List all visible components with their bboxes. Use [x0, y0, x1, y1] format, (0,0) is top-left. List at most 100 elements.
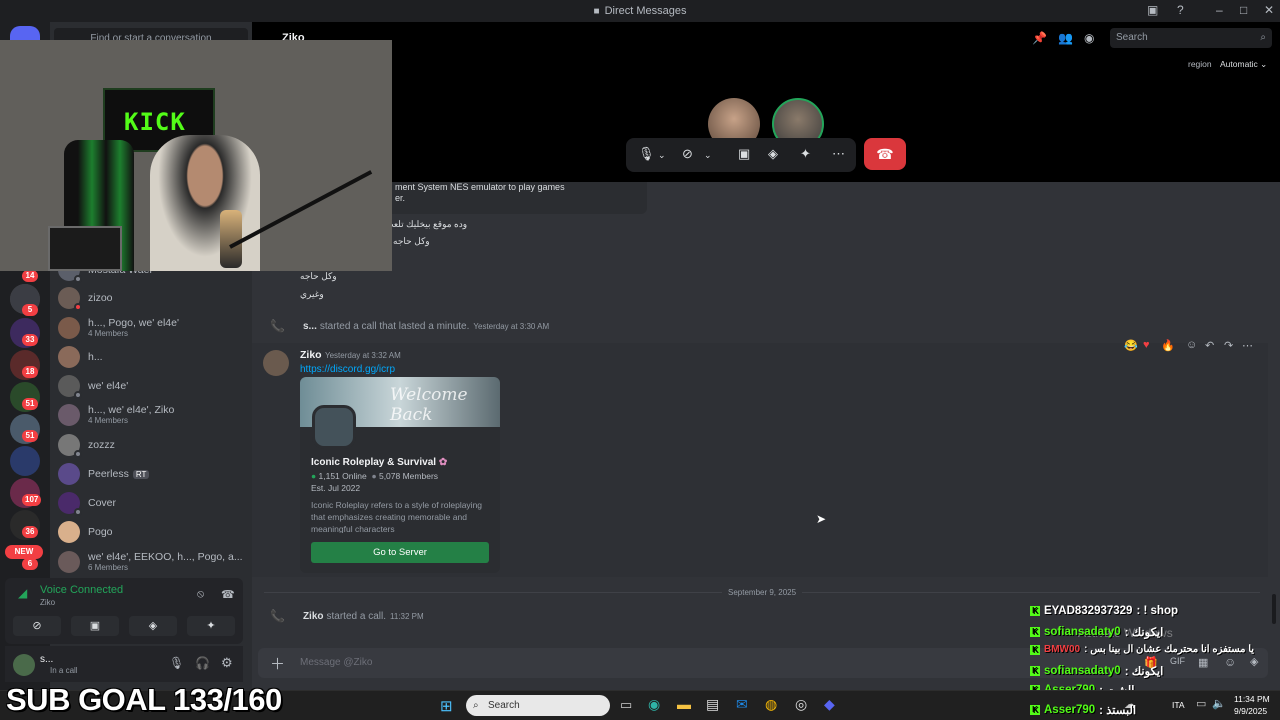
kick-icon: K: [1030, 606, 1040, 616]
dm-item[interactable]: Cover: [56, 489, 246, 517]
message-text: وكل حاجه: [300, 271, 337, 281]
activity-icon[interactable]: ◈: [768, 146, 778, 162]
chrome-icon[interactable]: ◍: [765, 696, 777, 713]
windows-start-icon[interactable]: ⊞: [440, 697, 453, 715]
screen-share-button[interactable]: ▣: [71, 616, 119, 636]
inbox-icon[interactable]: ▣: [1147, 3, 1158, 17]
pin-icon[interactable]: 📌: [1032, 31, 1047, 45]
voice-status[interactable]: Voice Connected: [40, 584, 123, 596]
activity-button[interactable]: ◈: [129, 616, 177, 636]
message-input[interactable]: Message @Ziko: [300, 657, 372, 668]
chat-scrollbar[interactable]: [1272, 594, 1276, 624]
camera-off-button[interactable]: ⊘: [13, 616, 61, 636]
more-icon[interactable]: ⋯: [832, 146, 845, 162]
dm-name: zozzz: [88, 439, 115, 451]
fire-reaction-icon[interactable]: 🔥: [1161, 339, 1175, 352]
store-icon[interactable]: ▤: [706, 696, 719, 713]
region-select[interactable]: Automatic ⌄: [1220, 59, 1267, 70]
add-friends-icon[interactable]: 👥: [1058, 31, 1073, 45]
file-explorer-icon[interactable]: ▬: [677, 696, 691, 712]
maximize-button[interactable]: □: [1240, 3, 1247, 17]
network-icon[interactable]: ▭: [1196, 697, 1206, 710]
discord-icon[interactable]: ◆: [824, 696, 835, 713]
gif-icon[interactable]: GIF: [1170, 656, 1185, 666]
camera-off-icon[interactable]: ⊘: [682, 146, 693, 162]
chat-message: : ! shop: [1136, 605, 1178, 617]
sticker-icon[interactable]: ▦: [1198, 656, 1208, 669]
dm-item[interactable]: zizoo: [56, 284, 246, 312]
microphone-icon[interactable]: 🎙: [169, 656, 184, 670]
message-text: وده موقع بيخليك تلعب: [385, 219, 468, 229]
headphones-icon[interactable]: 🎧: [195, 656, 210, 670]
dm-item[interactable]: we' el4e': [56, 372, 246, 400]
microphone-icon[interactable]: 🎙: [638, 146, 655, 162]
server-icon[interactable]: [10, 446, 40, 476]
avatar[interactable]: [13, 654, 35, 676]
dm-item[interactable]: h..., Pogo, we' el4e' 4 Members: [56, 314, 246, 342]
dm-item[interactable]: h..., we' el4e', Ziko 4 Members: [56, 401, 246, 429]
dm-item[interactable]: Pogo: [56, 518, 246, 546]
disconnect-icon[interactable]: ☎: [221, 588, 235, 601]
avatar[interactable]: [263, 350, 289, 376]
header-search-input[interactable]: Search ⌕: [1110, 28, 1272, 48]
call-log: 📞 Ziko started a call. 11:32 PM: [270, 609, 424, 623]
noise-suppression-icon[interactable]: ⦸: [197, 588, 204, 601]
add-attachment-icon[interactable]: ＋: [270, 653, 285, 674]
dm-item[interactable]: zozzz: [56, 431, 246, 459]
hang-up-button[interactable]: ☎: [864, 138, 906, 170]
heart-reaction-icon[interactable]: ♥: [1143, 339, 1150, 351]
close-button[interactable]: ✕: [1264, 3, 1274, 17]
profile-icon[interactable]: ◉: [1084, 31, 1094, 45]
chat-user: EYAD832937329: [1044, 605, 1133, 617]
dm-name: Cover: [88, 497, 117, 509]
call-log-user[interactable]: s...: [303, 321, 317, 332]
embed-fragment-text: ment System NES emulator to play games: [395, 182, 565, 192]
dm-name: h..., Pogo, we' el4e': [88, 317, 179, 329]
call-controls: 🎙 ⌄ ⊘ ⌄ ▣ ◈ ✦ ⋯: [626, 138, 856, 172]
settings-icon[interactable]: ⚙: [221, 655, 233, 671]
add-reaction-icon[interactable]: ☺: [1186, 339, 1197, 351]
edge-icon[interactable]: ◉: [648, 696, 660, 713]
kick-chat-line: K sofiansadaty0 : ايكونك: [1030, 625, 1163, 639]
forward-icon[interactable]: ↷: [1224, 339, 1233, 352]
language-indicator[interactable]: ITA: [1172, 700, 1185, 710]
voice-channel[interactable]: Ziko: [40, 598, 55, 607]
task-view-icon[interactable]: ▭: [620, 697, 632, 713]
soundboard-button[interactable]: ✦: [187, 616, 235, 636]
laugh-reaction-icon[interactable]: 😂: [1124, 339, 1138, 352]
more-icon[interactable]: ⋯: [1242, 339, 1253, 352]
reply-icon[interactable]: ↶: [1205, 339, 1214, 352]
chevron-down-icon[interactable]: ⌄: [658, 150, 666, 161]
go-to-server-button[interactable]: Go to Server: [311, 542, 489, 563]
search-icon: ⌕: [473, 700, 479, 711]
volume-icon[interactable]: 🔈: [1212, 697, 1226, 710]
minimize-button[interactable]: –: [1216, 3, 1223, 17]
avatar: [58, 346, 80, 368]
screen-share-icon[interactable]: ▣: [738, 146, 750, 162]
outlook-icon[interactable]: ✉: [736, 696, 748, 713]
dm-item[interactable]: h...: [56, 343, 246, 371]
emoji-icon[interactable]: ☺: [1224, 655, 1236, 669]
kick-chat-line: K EYAD832937329 : ! shop: [1030, 605, 1178, 617]
user-name[interactable]: s...: [40, 654, 53, 665]
invite-link[interactable]: https://discord.gg/icrp: [300, 364, 395, 375]
app-launcher-icon[interactable]: ◈: [1250, 655, 1258, 668]
dm-member-count: 4 Members: [88, 416, 129, 425]
taskbar-search[interactable]: ⌕ Search: [466, 695, 610, 716]
avatar: [58, 404, 80, 426]
chevron-down-icon[interactable]: ⌄: [704, 150, 712, 161]
clock-date[interactable]: 9/9/2025: [1234, 706, 1267, 716]
clock-time[interactable]: 11:34 PM: [1234, 694, 1270, 704]
message-author[interactable]: Ziko: [300, 349, 322, 361]
region-label: region: [1188, 59, 1212, 69]
soundboard-icon[interactable]: ✦: [800, 146, 811, 162]
help-icon[interactable]: ?: [1177, 3, 1184, 17]
dm-item[interactable]: Peerless RT: [56, 460, 246, 488]
kick-chat-line: K Asser790 : البستذ: [1030, 703, 1136, 717]
server-badge: 107: [22, 494, 42, 506]
dm-name: we' el4e', EEKOO, h..., Pogo, a...: [88, 551, 243, 563]
obs-icon[interactable]: ◎: [795, 696, 807, 713]
dm-item[interactable]: we' el4e', EEKOO, h..., Pogo, a... 6 Memb…: [56, 548, 246, 576]
dm-member-count: 4 Members: [88, 329, 129, 338]
call-log-user[interactable]: Ziko: [303, 611, 324, 622]
